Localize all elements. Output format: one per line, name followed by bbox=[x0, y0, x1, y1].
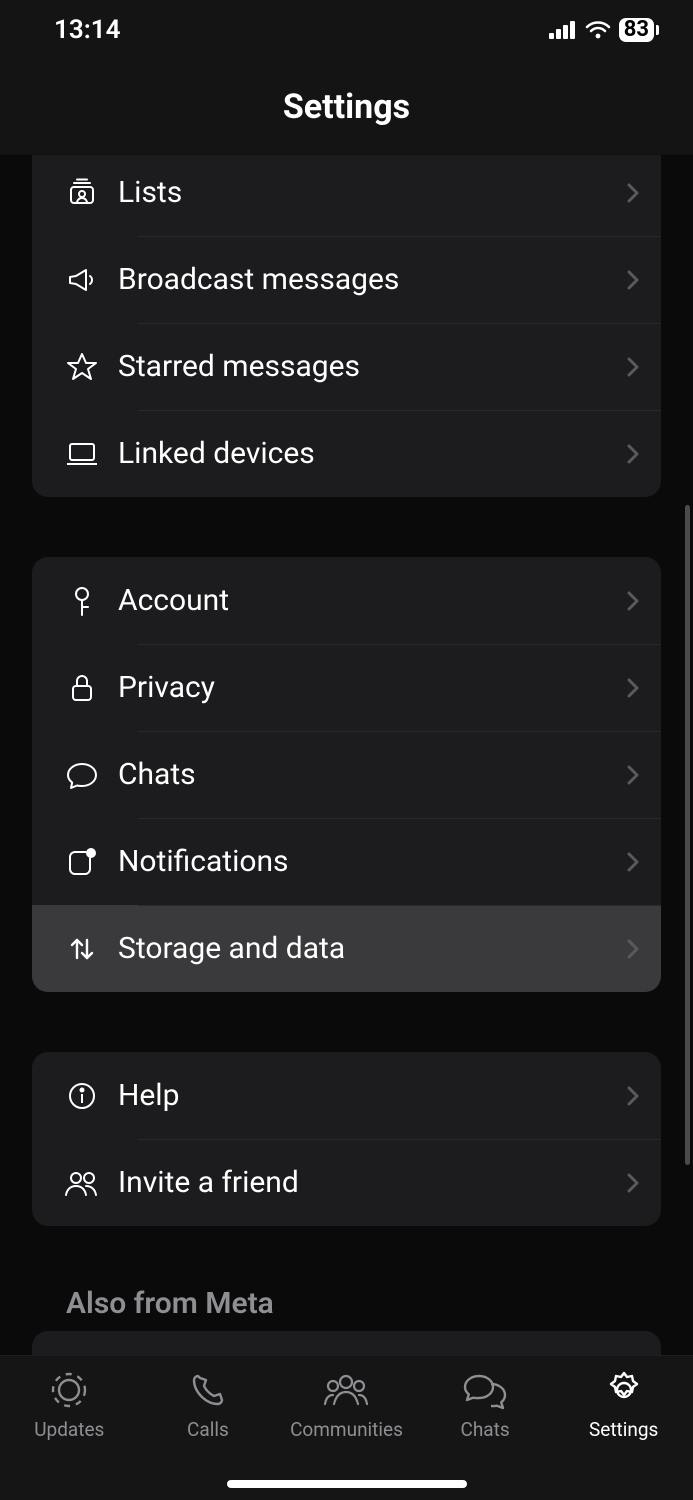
settings-row-label: Account bbox=[112, 583, 625, 618]
settings-row-storage-data[interactable]: Storage and data bbox=[32, 905, 661, 992]
star-icon bbox=[52, 351, 112, 383]
tab-label: Calls bbox=[187, 1418, 229, 1441]
chevron-right-icon bbox=[625, 442, 641, 466]
tab-label: Settings bbox=[589, 1418, 658, 1441]
settings-group-help: Help Invite a friend bbox=[32, 1052, 661, 1226]
header: Settings bbox=[0, 60, 693, 155]
home-indicator[interactable] bbox=[227, 1480, 467, 1488]
chevron-right-icon bbox=[625, 937, 641, 961]
settings-row-invite[interactable]: Invite a friend bbox=[32, 1139, 661, 1226]
settings-row-chats[interactable]: Chats bbox=[32, 731, 661, 818]
section-header-meta: Also from Meta bbox=[66, 1286, 661, 1321]
chevron-right-icon bbox=[625, 676, 641, 700]
chevron-right-icon bbox=[625, 181, 641, 205]
settings-row-lists[interactable]: Lists bbox=[32, 155, 661, 236]
chevron-right-icon bbox=[625, 1084, 641, 1108]
calls-tab-icon bbox=[188, 1368, 228, 1412]
laptop-icon bbox=[52, 440, 112, 468]
tab-bar: Updates Calls Communities Chats Settings bbox=[0, 1355, 693, 1500]
chevron-right-icon bbox=[625, 850, 641, 874]
scrollbar[interactable] bbox=[685, 505, 690, 1165]
settings-row-account[interactable]: Account bbox=[32, 557, 661, 644]
tab-label: Communities bbox=[290, 1418, 403, 1441]
lock-icon bbox=[52, 672, 112, 704]
chevron-right-icon bbox=[625, 589, 641, 613]
megaphone-icon bbox=[52, 264, 112, 296]
settings-row-starred[interactable]: Starred messages bbox=[32, 323, 661, 410]
updown-arrows-icon bbox=[52, 934, 112, 964]
settings-row-label: Notifications bbox=[112, 844, 625, 879]
settings-row-broadcast[interactable]: Broadcast messages bbox=[32, 236, 661, 323]
lists-icon bbox=[52, 177, 112, 209]
communities-tab-icon bbox=[321, 1368, 371, 1412]
chevron-right-icon bbox=[625, 355, 641, 379]
settings-row-notifications[interactable]: Notifications bbox=[32, 818, 661, 905]
key-icon bbox=[52, 585, 112, 617]
settings-row-help[interactable]: Help bbox=[32, 1052, 661, 1139]
settings-row-label: Help bbox=[112, 1078, 625, 1113]
info-icon bbox=[52, 1081, 112, 1111]
settings-group-meta: Open Instagram bbox=[32, 1331, 661, 1355]
wifi-icon bbox=[585, 20, 611, 40]
settings-content: Lists Broadcast messages Starred message… bbox=[0, 155, 693, 1355]
cellular-signal-icon bbox=[549, 21, 577, 39]
settings-group-messaging: Lists Broadcast messages Starred message… bbox=[32, 155, 661, 497]
tab-label: Chats bbox=[460, 1418, 509, 1441]
settings-tab-icon bbox=[603, 1368, 645, 1412]
settings-group-account: Account Privacy Chats Notifications bbox=[32, 557, 661, 992]
page-title: Settings bbox=[283, 87, 410, 127]
tab-communities[interactable]: Communities bbox=[277, 1368, 416, 1441]
battery-level: 83 bbox=[619, 18, 654, 42]
settings-row-label: Invite a friend bbox=[112, 1165, 625, 1200]
settings-row-label: Lists bbox=[112, 175, 625, 210]
chats-tab-icon bbox=[461, 1368, 509, 1412]
status-time: 13:14 bbox=[54, 15, 121, 45]
tab-updates[interactable]: Updates bbox=[0, 1368, 139, 1441]
status-indicators: 83 bbox=[549, 18, 659, 42]
people-icon bbox=[52, 1169, 112, 1197]
status-bar: 13:14 83 bbox=[0, 0, 693, 60]
chat-bubble-icon bbox=[52, 760, 112, 790]
chevron-right-icon bbox=[625, 268, 641, 292]
settings-row-label: Chats bbox=[112, 757, 625, 792]
settings-row-label: Broadcast messages bbox=[112, 262, 625, 297]
tab-label: Updates bbox=[34, 1418, 104, 1441]
settings-row-label: Storage and data bbox=[112, 931, 625, 966]
tab-calls[interactable]: Calls bbox=[139, 1368, 278, 1441]
battery-indicator: 83 bbox=[619, 18, 659, 42]
updates-tab-icon bbox=[47, 1368, 91, 1412]
settings-row-linked-devices[interactable]: Linked devices bbox=[32, 410, 661, 497]
settings-row-label: Linked devices bbox=[112, 436, 625, 471]
settings-row-privacy[interactable]: Privacy bbox=[32, 644, 661, 731]
chevron-right-icon bbox=[625, 1171, 641, 1195]
settings-row-label: Starred messages bbox=[112, 349, 625, 384]
chevron-right-icon bbox=[625, 763, 641, 787]
tab-chats[interactable]: Chats bbox=[416, 1368, 555, 1441]
tab-settings[interactable]: Settings bbox=[554, 1368, 693, 1441]
settings-row-instagram[interactable]: Open Instagram bbox=[32, 1331, 661, 1355]
bell-square-icon bbox=[52, 847, 112, 877]
settings-row-label: Privacy bbox=[112, 670, 625, 705]
